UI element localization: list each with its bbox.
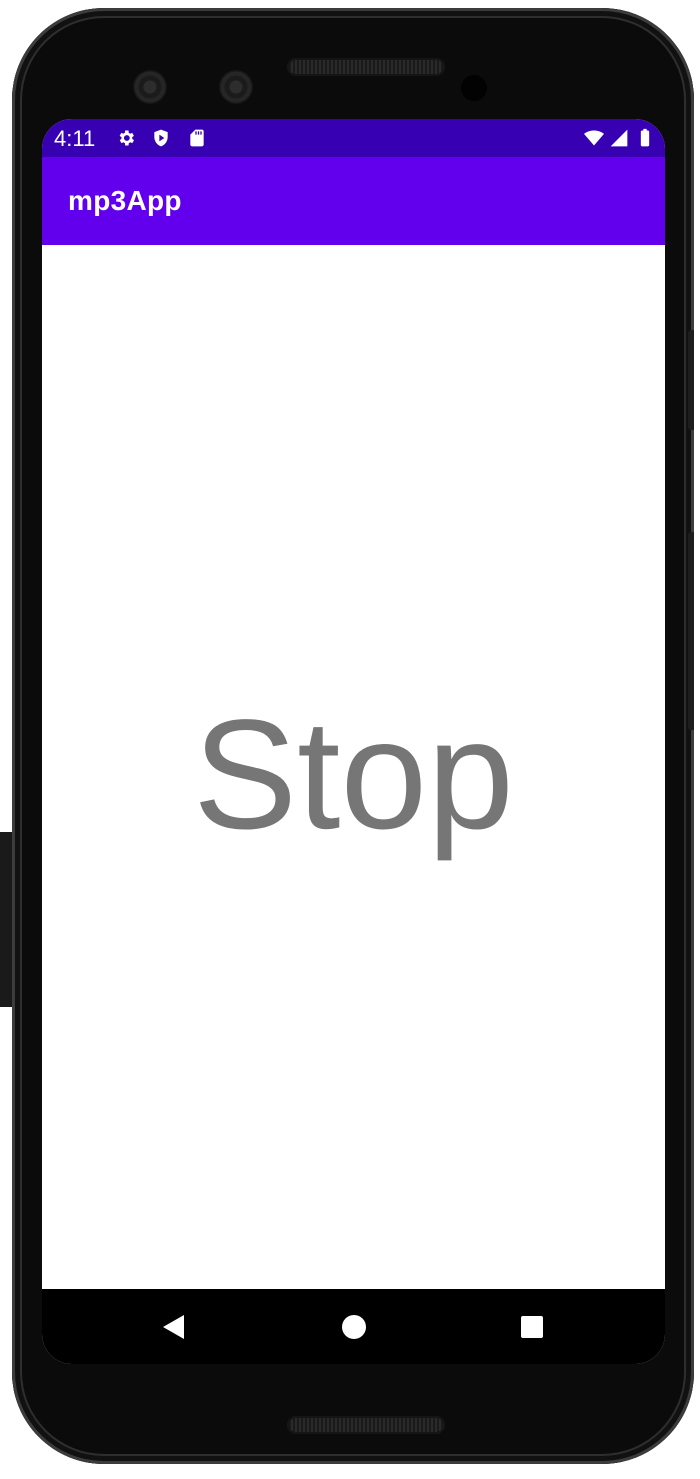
- bottom-speaker: [287, 1416, 445, 1434]
- stage: 4:11 mp3App Stop: [0, 0, 700, 1479]
- device-screen: 4:11 mp3App Stop: [42, 119, 665, 1364]
- shield-play-icon: [154, 129, 168, 147]
- power-button: [688, 330, 694, 430]
- proximity-sensor: [461, 75, 487, 101]
- navigation-bar: [42, 1289, 665, 1364]
- front-camera-icon: [133, 70, 167, 104]
- recents-icon[interactable]: [512, 1307, 552, 1347]
- top-speaker: [287, 58, 445, 76]
- battery-icon: [640, 128, 650, 147]
- wifi-icon: [584, 130, 604, 146]
- app-bar: mp3App: [42, 157, 665, 245]
- gear-icon: [119, 130, 134, 146]
- main-content: Stop: [42, 245, 665, 1289]
- app-title: mp3App: [68, 185, 182, 216]
- home-icon[interactable]: [334, 1307, 374, 1347]
- signal-icon: [610, 129, 628, 147]
- status-bar: 4:11: [42, 119, 665, 157]
- stop-button[interactable]: Stop: [42, 685, 665, 865]
- status-time: 4:11: [54, 126, 96, 151]
- back-icon[interactable]: [154, 1307, 194, 1347]
- front-camera-2-icon: [219, 70, 253, 104]
- sd-card-icon: [190, 129, 204, 147]
- volume-rocker: [688, 532, 694, 730]
